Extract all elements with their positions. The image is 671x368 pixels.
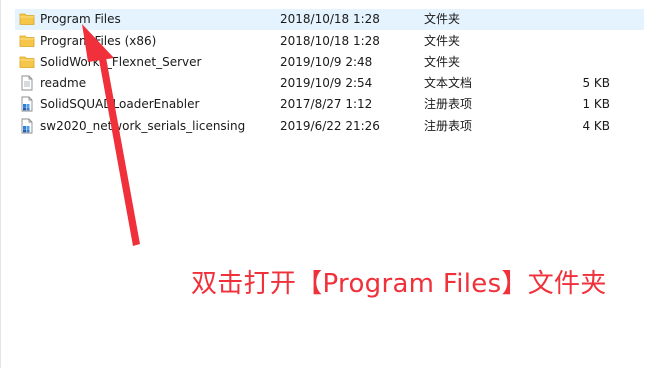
file-list-pane: Program Files 2018/10/18 1:28 文件夹 Progra… <box>0 0 671 368</box>
file-row-program-files-x86[interactable]: Program Files (x86) 2018/10/18 1:28 文件夹 <box>15 31 644 52</box>
file-name: SolidSQUADLoaderEnabler <box>40 97 200 111</box>
registry-file-icon <box>19 96 37 113</box>
file-date: 2019/10/9 2:48 <box>280 55 373 69</box>
file-name: Program Files <box>40 12 121 26</box>
file-date: 2019/10/9 2:54 <box>280 76 373 90</box>
folder-icon <box>19 54 37 71</box>
file-date: 2018/10/18 1:28 <box>280 34 380 48</box>
file-type: 注册表项 <box>424 97 473 111</box>
file-date: 2017/8/27 1:12 <box>280 97 373 111</box>
file-type: 文件夹 <box>424 34 461 48</box>
file-row-solidworks-flexnet-server[interactable]: SolidWorks_Flexnet_Server 2019/10/9 2:48… <box>15 52 644 73</box>
file-name: SolidWorks_Flexnet_Server <box>40 55 202 69</box>
registry-file-icon <box>19 118 37 135</box>
file-size: 4 KB <box>582 119 610 133</box>
file-name: readme <box>40 76 87 90</box>
file-row-solidsquadloaderenabler[interactable]: SolidSQUADLoaderEnabler 2017/8/27 1:12 注… <box>15 94 644 115</box>
file-type: 文件夹 <box>424 12 461 26</box>
file-type: 注册表项 <box>424 119 473 133</box>
folder-icon <box>19 11 37 28</box>
folder-icon <box>19 33 37 50</box>
file-row-sw2020-network-serials-licensing[interactable]: sw2020_network_serials_licensing 2019/6/… <box>15 116 644 137</box>
file-type: 文件夹 <box>424 55 461 69</box>
file-size: 1 KB <box>582 97 610 111</box>
file-type: 文本文档 <box>424 76 473 90</box>
file-row-program-files[interactable]: Program Files 2018/10/18 1:28 文件夹 <box>15 9 644 30</box>
file-date: 2019/6/22 21:26 <box>280 119 380 133</box>
annotation-text: 双击打开【Program Files】文件夹 <box>191 269 607 299</box>
file-name: sw2020_network_serials_licensing <box>40 119 246 133</box>
text-file-icon <box>19 75 37 92</box>
file-row-readme[interactable]: readme 2019/10/9 2:54 文本文档 5 KB <box>15 73 644 94</box>
file-name: Program Files (x86) <box>40 34 157 48</box>
file-date: 2018/10/18 1:28 <box>280 12 380 26</box>
file-size: 5 KB <box>582 76 610 90</box>
